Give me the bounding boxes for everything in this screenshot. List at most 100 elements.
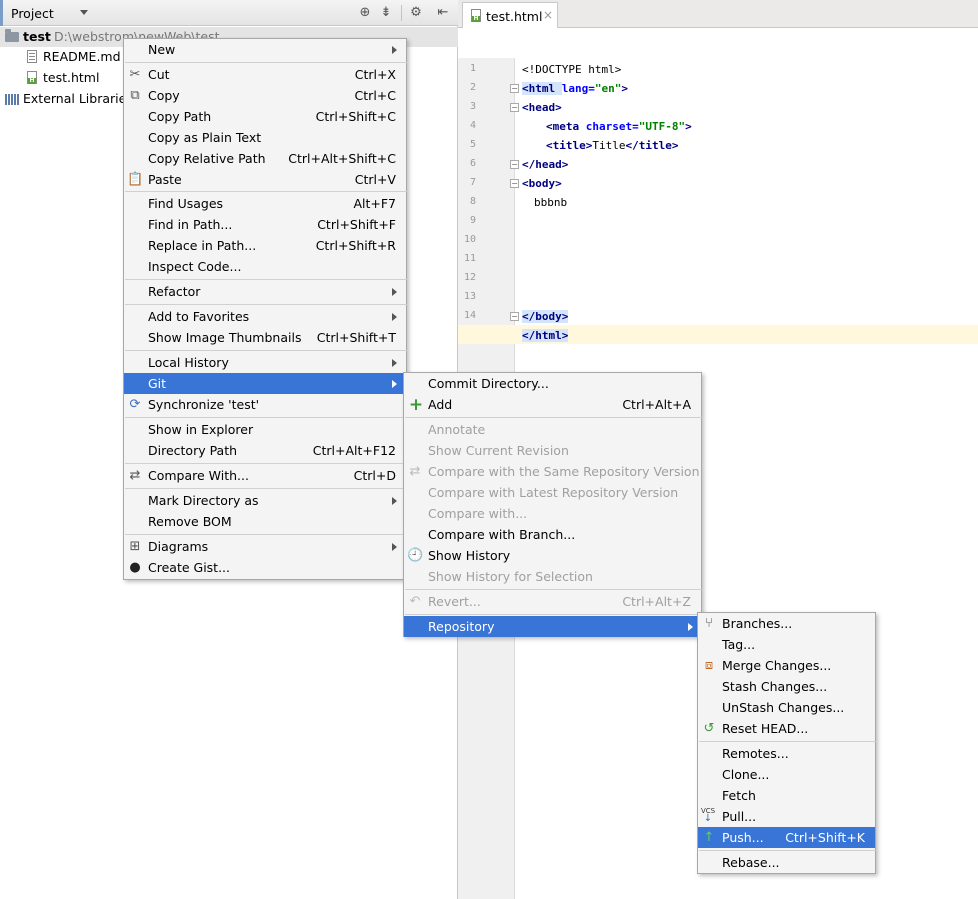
menu-item-annotate: Annotate xyxy=(404,419,701,440)
menu-item-diagrams[interactable]: ⊞ Diagrams xyxy=(124,536,406,557)
menu-item-shortcut: Ctrl+Shift+T xyxy=(316,330,396,345)
menu-item-repository[interactable]: Repository xyxy=(404,616,701,637)
menu-item-push[interactable]: ↑ Push... Ctrl+Shift+K xyxy=(698,827,875,848)
menu-separator xyxy=(699,850,876,851)
menu-item-commit-directory[interactable]: Commit Directory... xyxy=(404,373,701,394)
tree-item-test-html[interactable]: test.html xyxy=(0,68,124,88)
menu-item-copy[interactable]: ⧉ Copy Ctrl+C xyxy=(124,85,406,106)
push-icon: ↑ xyxy=(703,830,715,845)
menu-item-merge-changes[interactable]: ⧈ Merge Changes... xyxy=(698,655,875,676)
menu-item-reset-head[interactable]: ↺ Reset HEAD... xyxy=(698,718,875,739)
menu-item-show-image-thumbnails[interactable]: Show Image Thumbnails Ctrl+Shift+T xyxy=(124,327,406,348)
menu-item-directory-path[interactable]: Directory Path Ctrl+Alt+F12 xyxy=(124,440,406,461)
html-open-tag: <html xyxy=(522,82,562,95)
menu-item-rebase[interactable]: Rebase... xyxy=(698,852,875,873)
libraries-label: External Libraries xyxy=(23,91,133,106)
menu-item-find-in-path[interactable]: Find in Path... Ctrl+Shift+F xyxy=(124,214,406,235)
menu-item-mark-directory-as[interactable]: Mark Directory as xyxy=(124,490,406,511)
menu-item-unstash-changes[interactable]: UnStash Changes... xyxy=(698,697,875,718)
menu-item-synchronize[interactable]: ⟳ Synchronize 'test' xyxy=(124,394,406,415)
menu-item-clone[interactable]: Clone... xyxy=(698,764,875,785)
chevron-down-icon[interactable] xyxy=(80,10,88,15)
sync-icon: ⟳ xyxy=(129,397,141,412)
menu-item-label: Show History xyxy=(428,548,511,563)
menu-item-label: Copy Path xyxy=(148,109,212,124)
menu-item-label: Synchronize 'test' xyxy=(148,397,260,412)
code-line-2: <html lang="en"> xyxy=(522,79,628,98)
submenu-arrow-icon xyxy=(392,497,397,505)
menu-item-label: Compare with... xyxy=(428,506,528,521)
menu-item-label: Copy as Plain Text xyxy=(148,130,262,145)
tab-test-html[interactable]: test.html × xyxy=(462,2,558,28)
menu-item-create-gist[interactable]: ● Create Gist... xyxy=(124,557,406,578)
menu-item-stash-changes[interactable]: Stash Changes... xyxy=(698,676,875,697)
menu-item-inspect-code[interactable]: Inspect Code... xyxy=(124,256,406,277)
menu-item-compare-same-repo-version: ⇄ Compare with the Same Repository Versio… xyxy=(404,461,701,482)
line-number: 11 xyxy=(463,253,476,264)
menu-item-paste[interactable]: 📋 Paste Ctrl+V xyxy=(124,169,406,190)
tag-close: > xyxy=(621,82,628,95)
project-view-selector[interactable]: Project xyxy=(11,6,54,21)
submenu-arrow-icon xyxy=(392,359,397,367)
close-icon[interactable]: × xyxy=(543,8,553,22)
menu-item-compare-with-branch[interactable]: Compare with Branch... xyxy=(404,524,701,545)
html-file-icon xyxy=(27,71,37,84)
menu-item-shortcut: Alt+F7 xyxy=(353,196,396,211)
body-text: bbbnb xyxy=(534,196,568,209)
line-number: 3 xyxy=(469,101,476,112)
title-open-tag: <title> xyxy=(546,139,593,152)
menu-item-local-history[interactable]: Local History xyxy=(124,352,406,373)
compare-icon: ⇄ xyxy=(409,464,421,479)
menu-item-label: Compare with Branch... xyxy=(428,527,576,542)
menu-separator xyxy=(125,488,407,489)
menu-item-label: Copy xyxy=(148,88,180,103)
hide-panel-icon[interactable]: ⇤ xyxy=(435,5,451,21)
menu-item-label: Create Gist... xyxy=(148,560,231,575)
menu-item-pull[interactable]: VCS ↓ Pull... xyxy=(698,806,875,827)
menu-item-show-in-explorer[interactable]: Show in Explorer xyxy=(124,419,406,440)
menu-item-git[interactable]: Git xyxy=(124,373,406,394)
menu-item-copy-relative-path[interactable]: Copy Relative Path Ctrl+Alt+Shift+C xyxy=(124,148,406,169)
line-number: 5 xyxy=(469,139,476,150)
body-open-tag: <body> xyxy=(522,177,562,190)
menu-item-replace-in-path[interactable]: Replace in Path... Ctrl+Shift+R xyxy=(124,235,406,256)
menu-item-shortcut: Ctrl+Alt+F12 xyxy=(312,443,396,458)
editor-tab-bar: test.html × xyxy=(458,0,978,28)
menu-separator xyxy=(699,741,876,742)
menu-item-compare-with[interactable]: ⇄ Compare With... Ctrl+D xyxy=(124,465,406,486)
menu-item-copy-path[interactable]: Copy Path Ctrl+Shift+C xyxy=(124,106,406,127)
scissors-icon: ✂ xyxy=(129,67,141,82)
code-line-14: </body> xyxy=(522,307,569,326)
menu-item-label: Push... xyxy=(722,830,764,845)
menu-item-label: Branches... xyxy=(722,616,793,631)
tab-label: test.html xyxy=(486,9,543,24)
menu-item-remotes[interactable]: Remotes... xyxy=(698,743,875,764)
menu-item-label: Rebase... xyxy=(722,855,780,870)
menu-item-shortcut: Ctrl+C xyxy=(354,88,396,103)
menu-item-find-usages[interactable]: Find Usages Alt+F7 xyxy=(124,193,406,214)
menu-item-label: Git xyxy=(148,376,167,391)
menu-item-show-history[interactable]: 🕘 Show History xyxy=(404,545,701,566)
menu-item-tag[interactable]: Tag... xyxy=(698,634,875,655)
menu-item-refactor[interactable]: Refactor xyxy=(124,281,406,302)
menu-item-branches[interactable]: ⑂ Branches... xyxy=(698,613,875,634)
menu-item-remove-bom[interactable]: Remove BOM xyxy=(124,511,406,532)
menu-item-fetch[interactable]: Fetch xyxy=(698,785,875,806)
gear-icon[interactable]: ⚙ xyxy=(408,5,424,21)
title-close-tag: </title> xyxy=(625,139,679,152)
code-line-5: <title>Title</title> xyxy=(546,136,678,155)
tree-item-readme[interactable]: README.md xyxy=(0,47,124,67)
menu-item-add-to-favorites[interactable]: Add to Favorites xyxy=(124,306,406,327)
collapse-all-icon[interactable]: ⇟ xyxy=(378,5,394,21)
title-text: Title xyxy=(592,139,626,152)
line-number: 9 xyxy=(469,215,476,226)
menu-item-add[interactable]: + Add Ctrl+Alt+A xyxy=(404,394,701,415)
head-close-tag: </head> xyxy=(522,158,569,171)
tree-item-external-libraries[interactable]: External Libraries xyxy=(0,89,133,109)
menu-item-copy-plain-text[interactable]: Copy as Plain Text xyxy=(124,127,406,148)
charset-attribute: charset= xyxy=(585,120,639,133)
menu-item-compare-with: Compare with... xyxy=(404,503,701,524)
menu-item-cut[interactable]: ✂ Cut Ctrl+X xyxy=(124,64,406,85)
target-icon[interactable]: ⊕ xyxy=(357,5,373,21)
menu-item-new[interactable]: New xyxy=(124,39,406,60)
